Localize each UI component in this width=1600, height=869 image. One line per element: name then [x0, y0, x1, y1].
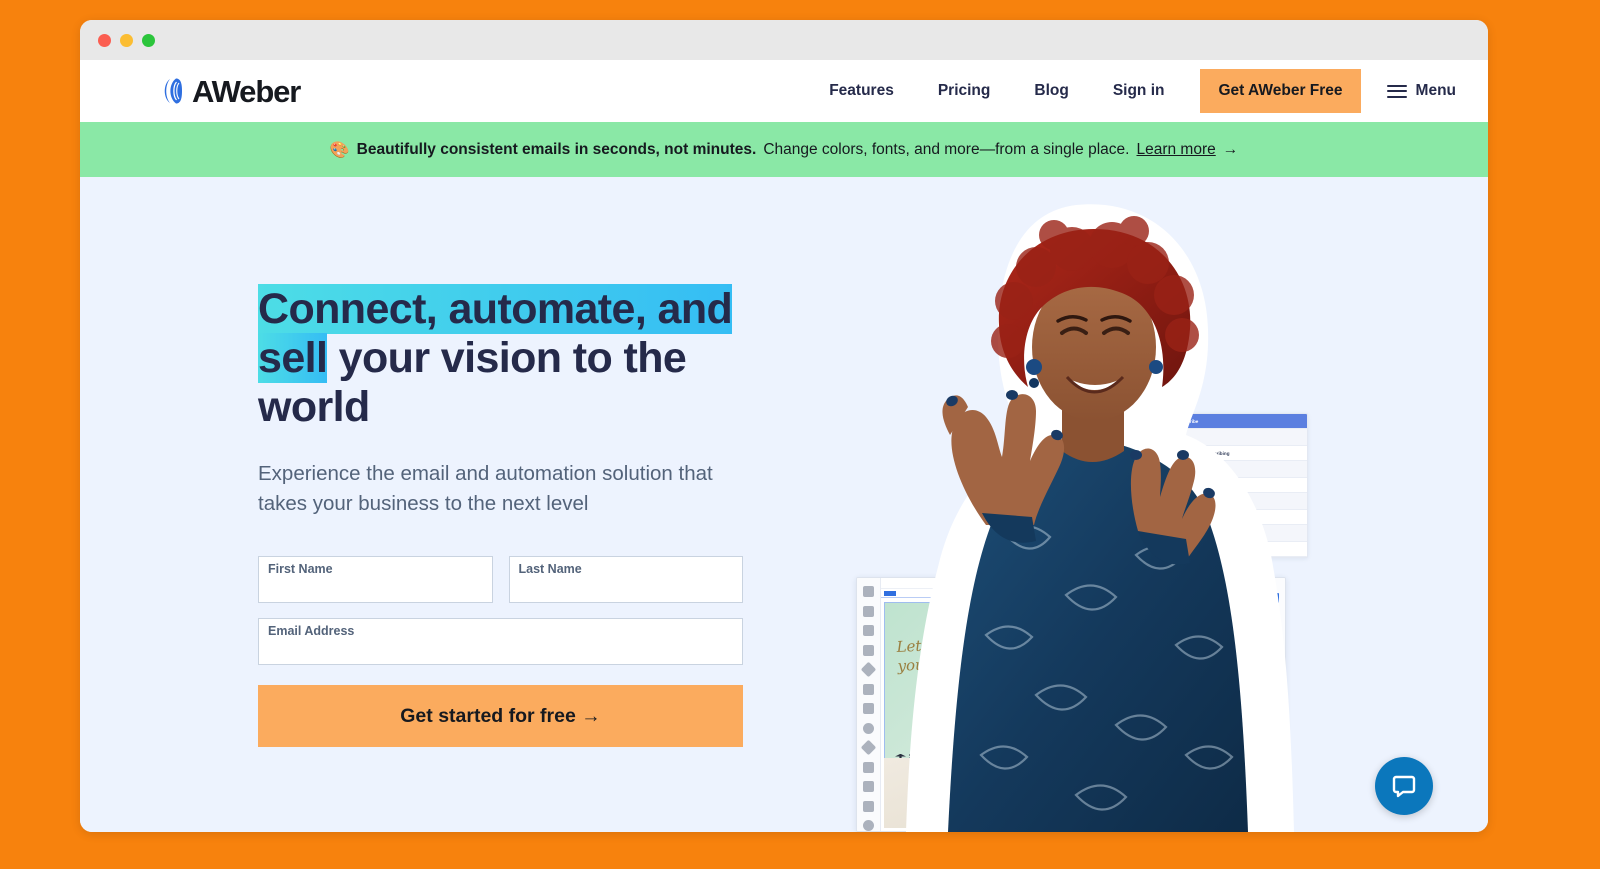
browser-window: AWeber Features Pricing Blog Sign in Get… [80, 20, 1488, 832]
browser-chrome-bar [80, 20, 1488, 60]
email-address-input[interactable] [259, 638, 742, 665]
page-title: Connect, automate, and sell your vision … [258, 284, 758, 432]
hero-subheadline: Experience the email and automation solu… [258, 462, 713, 515]
first-name-input[interactable] [259, 576, 492, 603]
nav-link-blog[interactable]: Blog [1012, 74, 1090, 108]
chat-widget-button[interactable] [1375, 757, 1433, 815]
site-header: AWeber Features Pricing Blog Sign in Get… [80, 60, 1488, 122]
layout-tool-icon[interactable] [863, 761, 874, 773]
aweber-logo[interactable]: AWeber [160, 73, 301, 109]
last-name-input[interactable] [509, 576, 742, 603]
divider-tool-icon[interactable] [863, 703, 874, 714]
menu-button-label: Menu [1415, 82, 1456, 99]
get-started-for-free-button[interactable]: Get started for free → [258, 685, 743, 748]
share-tool-icon[interactable] [860, 661, 877, 678]
get-aweber-free-button[interactable]: Get AWeber Free [1200, 69, 1361, 113]
social-tool-icon[interactable] [863, 800, 874, 812]
hero-section: Connect, automate, and sell your vision … [80, 177, 1488, 832]
maximize-window-dot[interactable] [142, 33, 155, 47]
primary-nav: Features Pricing Blog Sign in Get AWeber… [807, 69, 1456, 113]
pen-tool-icon[interactable] [860, 739, 877, 756]
name-fields-row: First Name Last Name [258, 556, 743, 604]
emoji-tool-icon[interactable] [863, 820, 874, 831]
minimize-window-dot[interactable] [120, 33, 133, 47]
video-tool-icon[interactable] [863, 644, 874, 656]
hamburger-icon [1386, 84, 1407, 98]
button-tool-icon[interactable] [863, 625, 874, 636]
signup-form: First Name Last Name Email Address Get s… [258, 556, 743, 748]
announcement-learn-more-link[interactable]: Learn more [1136, 141, 1215, 159]
hero-artwork: Campaign: On Subscribe Send Message: Tha… [848, 177, 1488, 832]
settings-tool-icon[interactable] [863, 722, 874, 734]
hero-photo-woman [906, 204, 1294, 832]
first-name-field[interactable]: First Name [258, 556, 493, 604]
announcement-subtext: Change colors, fonts, and more—from a si… [763, 140, 1130, 158]
signature-tool-icon[interactable] [863, 683, 874, 695]
aweber-logo-mark-icon [164, 78, 182, 104]
editor-tool-rail [857, 578, 881, 831]
first-name-label: First Name [268, 562, 333, 577]
page-root: AWeber Features Pricing Blog Sign in Get… [0, 0, 1600, 869]
menu-button[interactable]: Menu [1386, 82, 1456, 100]
last-name-label: Last Name [518, 562, 582, 577]
palette-icon: 🎨 [329, 141, 350, 159]
email-address-label: Email Address [268, 624, 355, 639]
text-tool-icon[interactable] [863, 586, 874, 597]
aweber-logo-text: AWeber [192, 73, 301, 109]
hero-copy-column: Connect, automate, and sell your vision … [258, 284, 758, 748]
grid-tool-icon[interactable] [863, 781, 874, 792]
nav-link-features[interactable]: Features [807, 74, 916, 108]
chat-bubble-icon [1392, 775, 1416, 798]
image-tool-icon[interactable] [863, 605, 874, 617]
announcement-headline: Beautifully consistent emails in seconds… [356, 140, 757, 158]
announcement-arrow-icon: → [1222, 140, 1239, 158]
announcement-bar: 🎨 Beautifully consistent emails in secon… [80, 122, 1488, 177]
email-address-field[interactable]: Email Address [258, 618, 743, 666]
nav-link-pricing[interactable]: Pricing [916, 74, 1013, 108]
last-name-field[interactable]: Last Name [508, 556, 743, 604]
close-window-dot[interactable] [98, 33, 111, 47]
nav-link-sign-in[interactable]: Sign in [1091, 74, 1187, 108]
